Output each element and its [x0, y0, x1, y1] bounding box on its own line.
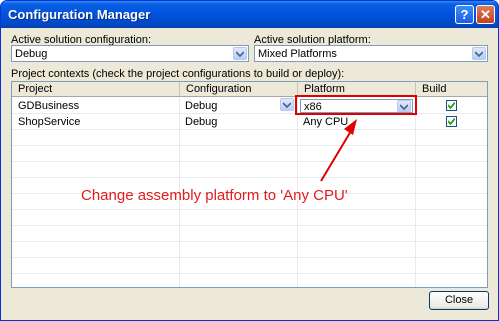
annotation-text: Change assembly platform to 'Any CPU': [81, 187, 348, 204]
annotation-arrow-icon: [320, 119, 357, 182]
close-button[interactable]: Close: [429, 291, 489, 310]
configuration-manager-dialog: Configuration Manager ? ✕ Active solutio…: [0, 0, 499, 321]
